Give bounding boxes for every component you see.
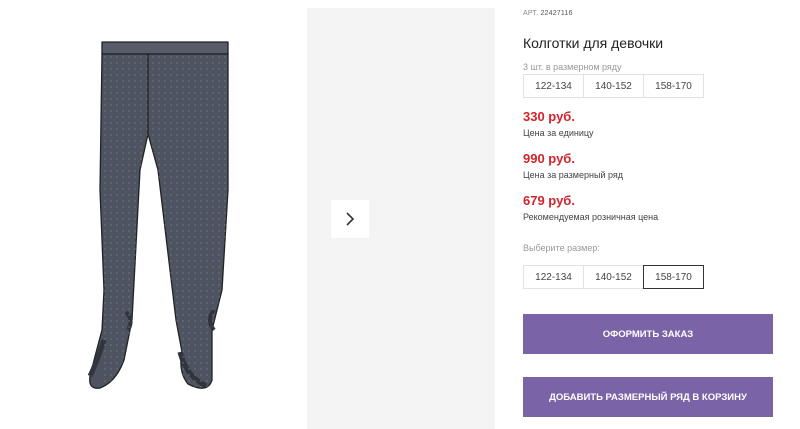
size-option-122-134[interactable]: 122-134 (523, 265, 584, 289)
size-option-158-170[interactable]: 158-170 (643, 265, 704, 289)
article-label: АРТ. (523, 10, 539, 17)
retail-price-caption: Рекомендуемая розничная цена (523, 212, 659, 222)
row-price: 990 руб. (523, 151, 575, 166)
size-row-item: 158-170 (643, 74, 704, 98)
chevron-right-icon (346, 212, 355, 226)
size-select-label: Выберите размер: (523, 243, 600, 253)
size-row: 122-134 140-152 158-170 (523, 74, 704, 98)
add-to-cart-button[interactable]: Добавить размерный ряд в корзину (523, 377, 773, 417)
unit-price-caption: Цена за единицу (523, 128, 594, 138)
article-number: АРТ. 22427116 (523, 10, 573, 17)
next-image-button[interactable] (331, 200, 369, 238)
row-price-caption: Цена за размерный ряд (523, 170, 624, 180)
image-gallery-panel (307, 8, 495, 429)
pack-label: 3 шт. в размерном ряду (523, 62, 622, 72)
retail-price: 679 руб. (523, 193, 575, 208)
product-image (60, 30, 260, 410)
unit-price: 330 руб. (523, 109, 575, 124)
page-title: Колготки для девочки (523, 35, 664, 51)
size-selector: 122-134 140-152 158-170 (523, 265, 704, 289)
size-option-140-152[interactable]: 140-152 (583, 265, 644, 289)
size-row-item: 140-152 (583, 74, 644, 98)
size-row-item: 122-134 (523, 74, 584, 98)
order-button[interactable]: Оформить заказ (523, 314, 773, 354)
tights-illustration (87, 41, 229, 389)
article-value: 22427116 (540, 10, 573, 17)
